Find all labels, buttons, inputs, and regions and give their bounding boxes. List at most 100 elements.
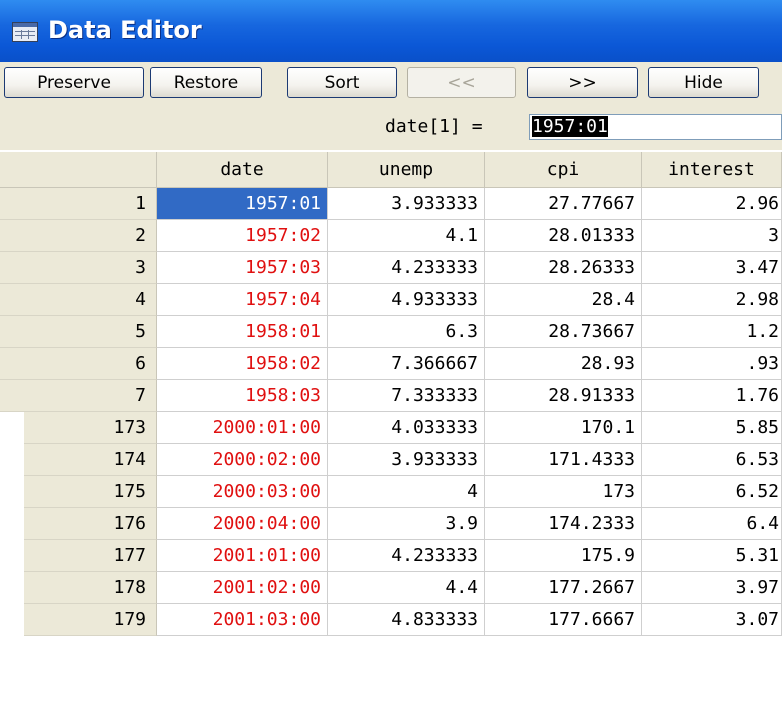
cell-cpi[interactable]: 27.77667 xyxy=(485,188,642,220)
cell-cpi[interactable]: 28.01333 xyxy=(485,220,642,252)
previous-button[interactable]: << xyxy=(407,67,516,98)
row-number[interactable]: 177 xyxy=(24,540,157,572)
cell-date[interactable]: 2001:02:00 xyxy=(157,572,328,604)
row-number[interactable]: 175 xyxy=(24,476,157,508)
cell-unemp[interactable]: 4.233333 xyxy=(328,540,485,572)
row-number[interactable]: 179 xyxy=(24,604,157,636)
cell-interest[interactable]: 1.2 xyxy=(642,316,782,348)
column-header-date[interactable]: date xyxy=(157,152,328,188)
cell-cpi[interactable]: 28.73667 xyxy=(485,316,642,348)
table-row: 3 1957:03 4.233333 28.26333 3.47 xyxy=(0,252,782,284)
cell-date[interactable]: 2000:01:00 xyxy=(157,412,328,444)
row-number[interactable]: 174 xyxy=(24,444,157,476)
cell-date[interactable]: 2001:03:00 xyxy=(157,604,328,636)
cell-cpi[interactable]: 174.2333 xyxy=(485,508,642,540)
table-row: 1 1957:01 3.933333 27.77667 2.96 xyxy=(0,188,782,220)
row-number[interactable]: 4 xyxy=(0,284,157,316)
cell-cpi[interactable]: 170.1 xyxy=(485,412,642,444)
cell-date[interactable]: 1958:02 xyxy=(157,348,328,380)
next-button[interactable]: >> xyxy=(527,67,638,98)
restore-button[interactable]: Restore xyxy=(150,67,262,98)
cell-cpi[interactable]: 175.9 xyxy=(485,540,642,572)
data-editor-window: Data Editor Preserve Restore Sort << >> … xyxy=(0,0,782,717)
cell-unemp[interactable]: 7.333333 xyxy=(328,380,485,412)
cell-interest[interactable]: 3.47 xyxy=(642,252,782,284)
cell-unemp[interactable]: 3.933333 xyxy=(328,188,485,220)
cell-unemp[interactable]: 4.1 xyxy=(328,220,485,252)
cell-interest[interactable]: 6.53 xyxy=(642,444,782,476)
data-grid: date unemp cpi interest 1 1957:01 3.933333… xyxy=(0,152,782,717)
cell-interest[interactable]: 6.4 xyxy=(642,508,782,540)
cell-interest[interactable]: 5.31 xyxy=(642,540,782,572)
cell-interest[interactable]: 6.52 xyxy=(642,476,782,508)
column-header-unemp[interactable]: unemp xyxy=(328,152,485,188)
cell-date[interactable]: 2001:01:00 xyxy=(157,540,328,572)
cell-cpi[interactable]: 28.4 xyxy=(485,284,642,316)
window-title: Data Editor xyxy=(48,16,202,44)
cell-cpi[interactable]: 173 xyxy=(485,476,642,508)
corner-header[interactable] xyxy=(0,152,157,188)
cell-cpi[interactable]: 28.91333 xyxy=(485,380,642,412)
table-row: 177 2001:01:00 4.233333 175.9 5.31 xyxy=(0,540,782,572)
cell-interest[interactable]: 3 xyxy=(642,220,782,252)
column-header-cpi[interactable]: cpi xyxy=(485,152,642,188)
row-number[interactable]: 3 xyxy=(0,252,157,284)
cell-interest[interactable]: 3.07 xyxy=(642,604,782,636)
cell-date[interactable]: 2000:04:00 xyxy=(157,508,328,540)
row-number[interactable]: 178 xyxy=(24,572,157,604)
table-row: 174 2000:02:00 3.933333 171.4333 6.53 xyxy=(0,444,782,476)
cell-unemp[interactable]: 7.366667 xyxy=(328,348,485,380)
cell-unemp[interactable]: 4.233333 xyxy=(328,252,485,284)
cell-interest[interactable]: 2.98 xyxy=(642,284,782,316)
row-number[interactable]: 173 xyxy=(24,412,157,444)
row-number[interactable]: 176 xyxy=(24,508,157,540)
cell-unemp[interactable]: 4.4 xyxy=(328,572,485,604)
cell-interest[interactable]: 2.96 xyxy=(642,188,782,220)
table-row: 5 1958:01 6.3 28.73667 1.2 xyxy=(0,316,782,348)
cell-unemp[interactable]: 4 xyxy=(328,476,485,508)
cell-interest[interactable]: 5.85 xyxy=(642,412,782,444)
row-number[interactable]: 5 xyxy=(0,316,157,348)
cell-unemp[interactable]: 4.833333 xyxy=(328,604,485,636)
table-row: 175 2000:03:00 4 173 6.52 xyxy=(0,476,782,508)
data-grid-icon xyxy=(12,22,38,42)
cell-unemp[interactable]: 3.933333 xyxy=(328,444,485,476)
cell-unemp[interactable]: 4.933333 xyxy=(328,284,485,316)
cell-cpi[interactable]: 28.26333 xyxy=(485,252,642,284)
cell-unemp[interactable]: 6.3 xyxy=(328,316,485,348)
cell-date[interactable]: 2000:03:00 xyxy=(157,476,328,508)
row-number[interactable]: 6 xyxy=(0,348,157,380)
cell-unemp[interactable]: 4.033333 xyxy=(328,412,485,444)
cell-interest[interactable]: 1.76 xyxy=(642,380,782,412)
cell-date[interactable]: 1958:01 xyxy=(157,316,328,348)
cell-date[interactable]: 2000:02:00 xyxy=(157,444,328,476)
cell-date[interactable]: 1957:04 xyxy=(157,284,328,316)
cell-cpi[interactable]: 177.6667 xyxy=(485,604,642,636)
row-number[interactable]: 2 xyxy=(0,220,157,252)
table-row: 7 1958:03 7.333333 28.91333 1.76 xyxy=(0,380,782,412)
preserve-button[interactable]: Preserve xyxy=(4,67,144,98)
column-header-interest[interactable]: interest xyxy=(642,152,782,188)
cell-unemp[interactable]: 3.9 xyxy=(328,508,485,540)
cell-value-text: 1957:01 xyxy=(532,116,608,137)
cell-interest[interactable]: 3.97 xyxy=(642,572,782,604)
row-number[interactable]: 1 xyxy=(0,188,157,220)
cell-value-input[interactable]: 1957:01 xyxy=(529,114,782,140)
cell-interest[interactable]: .93 xyxy=(642,348,782,380)
cell-date[interactable]: 1957:01 xyxy=(157,188,328,220)
table-row: 6 1958:02 7.366667 28.93.93 xyxy=(0,348,782,380)
cell-date[interactable]: 1957:03 xyxy=(157,252,328,284)
sort-button[interactable]: Sort xyxy=(287,67,397,98)
table-row: 173 2000:01:00 4.033333 170.1 5.85 xyxy=(0,412,782,444)
title-bar[interactable]: Data Editor xyxy=(0,0,782,62)
toolbar: Preserve Restore Sort << >> Hide date[1]… xyxy=(0,62,782,150)
cell-cpi[interactable]: 171.4333 xyxy=(485,444,642,476)
table-row: 4 1957:04 4.933333 28.4 2.98 xyxy=(0,284,782,316)
cell-cpi[interactable]: 177.2667 xyxy=(485,572,642,604)
cell-date[interactable]: 1958:03 xyxy=(157,380,328,412)
hide-button[interactable]: Hide xyxy=(648,67,759,98)
cell-reference-label: date[1] = xyxy=(385,116,483,137)
cell-cpi[interactable]: 28.93 xyxy=(485,348,642,380)
cell-date[interactable]: 1957:02 xyxy=(157,220,328,252)
row-number[interactable]: 7 xyxy=(0,380,157,412)
